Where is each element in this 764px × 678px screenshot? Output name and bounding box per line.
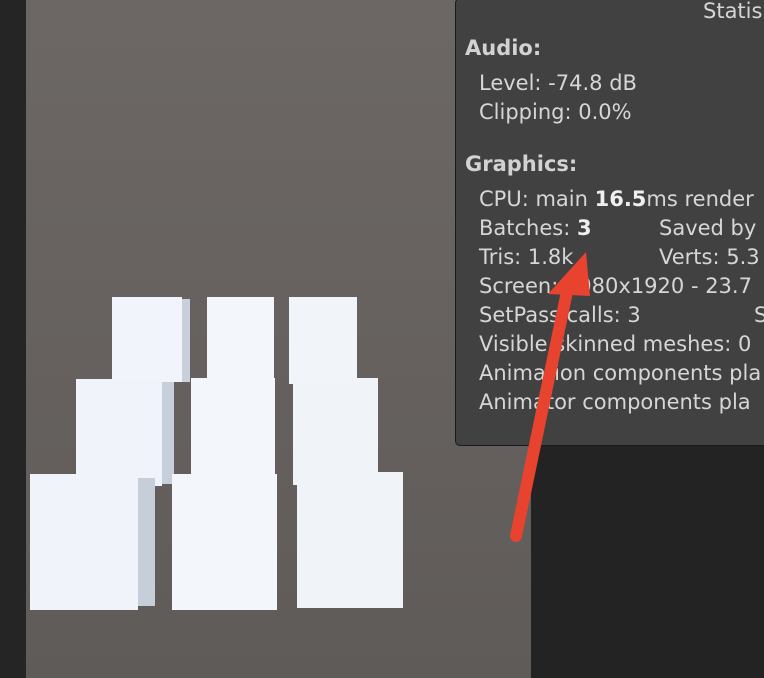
stats-title: Statis: [703, 0, 763, 23]
batches-stat: Batches: 3: [479, 216, 592, 240]
tris-stat: Tris: 1.8k: [479, 245, 574, 269]
setpass-trailing: S: [754, 303, 764, 327]
audio-level: Level: -74.8 dB: [479, 71, 637, 95]
setpass-stat: SetPass calls: 3: [479, 303, 641, 327]
cpu-label: CPU: main: [479, 187, 595, 211]
graphics-heading: Graphics:: [465, 152, 578, 176]
cpu-stat: CPU: main 16.5ms render: [479, 187, 754, 211]
left-panel-edge: [0, 0, 26, 678]
statistics-panel: Statis Audio: Level: -74.8 dB Clipping: …: [455, 0, 764, 446]
animator-components-stat: Animator components pla: [479, 390, 751, 414]
verts-stat: Verts: 5.3: [659, 245, 760, 269]
screen-stat: Screen: 1080x1920 - 23.7: [479, 274, 752, 298]
audio-clipping: Clipping: 0.0%: [479, 100, 632, 124]
cpu-suffix: ms render: [646, 187, 754, 211]
skinned-meshes-stat: Visible skinned meshes: 0: [479, 332, 752, 356]
batches-value: 3: [576, 216, 592, 240]
animation-components-stat: Animation components pla: [479, 361, 762, 385]
batches-label: Batches:: [479, 216, 577, 240]
saved-by-batching: Saved by: [659, 216, 757, 240]
audio-heading: Audio:: [465, 36, 542, 60]
cpu-value: 16.5: [594, 187, 647, 211]
